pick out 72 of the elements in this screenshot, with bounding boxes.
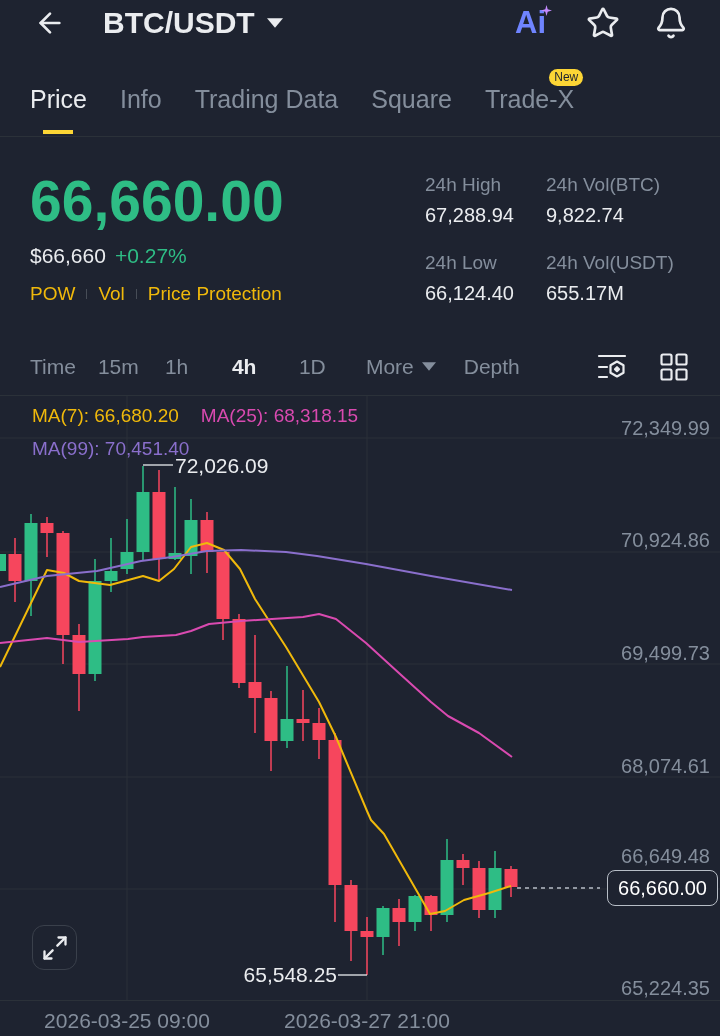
time-axis-label: 2026-03-27 21:00 bbox=[284, 1009, 450, 1033]
moving-average-label: MA(7): 66,680.20 bbox=[32, 404, 179, 428]
list-hexagon-icon bbox=[597, 353, 627, 380]
price-axis-label: 66,649.48 bbox=[621, 845, 710, 867]
tab[interactable]: Trade-X bbox=[484, 84, 575, 136]
tag-link[interactable]: Vol bbox=[98, 280, 125, 308]
low-price-label: 65,548.25 bbox=[243, 963, 337, 987]
bearish-candle bbox=[200, 512, 214, 573]
stat-value: 9,822.74 bbox=[546, 203, 624, 228]
price-axis-label: 69,499.73 bbox=[621, 642, 710, 664]
stat-value: 66,124.40 bbox=[425, 281, 514, 306]
caret-icon bbox=[421, 362, 436, 371]
price-axis-label: 68,074.61 bbox=[621, 755, 710, 777]
stat-label: 24h Vol(USDT) bbox=[546, 251, 674, 275]
stat-value: 67,288.94 bbox=[425, 203, 514, 228]
caret-icon bbox=[266, 18, 283, 28]
fiat-price: $66,660 bbox=[30, 243, 106, 269]
more-dropdown[interactable]: More bbox=[365, 352, 436, 381]
star-icon bbox=[586, 6, 620, 40]
bell-icon bbox=[654, 6, 688, 40]
ai-button[interactable]: Ai bbox=[515, 5, 552, 41]
interval-tab[interactable]: 1D bbox=[298, 352, 366, 381]
bearish-candle bbox=[360, 917, 374, 975]
last-price-tag: 66,660.00 bbox=[607, 870, 718, 906]
stat-label: 24h High bbox=[425, 173, 502, 197]
bearish-candle bbox=[424, 895, 438, 931]
expand-button[interactable] bbox=[32, 925, 77, 970]
bullish-candle bbox=[104, 538, 118, 592]
interval-tab[interactable]: 15m bbox=[97, 352, 165, 381]
pair-selector[interactable]: BTC/USDT bbox=[103, 5, 283, 41]
moving-average-label: MA(25): 68,318.15 bbox=[200, 404, 359, 428]
bearish-candle bbox=[392, 899, 406, 946]
bullish-candle bbox=[376, 906, 390, 955]
favorite-button[interactable] bbox=[586, 6, 620, 40]
notification-button[interactable] bbox=[654, 6, 688, 40]
bearish-candle bbox=[504, 866, 518, 897]
leader-line bbox=[337, 974, 368, 976]
last-price: 66,660.00 bbox=[30, 170, 284, 232]
layout-button[interactable] bbox=[660, 352, 688, 381]
tab[interactable]: Price bbox=[30, 84, 87, 136]
tag-link[interactable]: POW bbox=[30, 280, 76, 308]
tag-link[interactable]: Price Protection bbox=[147, 280, 282, 308]
price-axis-label: 70,924.86 bbox=[621, 529, 710, 551]
bullish-candle bbox=[0, 554, 6, 571]
grid-icon bbox=[660, 352, 688, 381]
bearish-candle bbox=[40, 517, 54, 557]
leader-line bbox=[142, 464, 174, 466]
bearish-candle bbox=[472, 861, 486, 918]
stat-label: 24h Low bbox=[425, 251, 497, 275]
expand-icon bbox=[40, 933, 69, 962]
bullish-candle bbox=[408, 895, 422, 931]
price-change: +0.27% bbox=[114, 243, 187, 269]
interval-tab[interactable]: Depth bbox=[463, 352, 542, 381]
bearish-candle bbox=[296, 690, 310, 741]
time-axis-label: 2026-03-25 09:00 bbox=[44, 1009, 210, 1033]
bearish-candle bbox=[8, 538, 22, 602]
tab[interactable]: Square bbox=[371, 84, 452, 136]
price-axis-label: 65,224.35 bbox=[621, 977, 710, 999]
chart-settings-button[interactable] bbox=[597, 353, 627, 380]
bullish-candle bbox=[120, 519, 134, 574]
price-axis-label: 72,349.99 bbox=[621, 417, 710, 439]
tab[interactable]: Info bbox=[119, 84, 162, 136]
interval-tab[interactable]: Time bbox=[30, 352, 98, 381]
tab[interactable]: Trading Data bbox=[194, 84, 339, 136]
stat-value: 655.17M bbox=[546, 281, 624, 306]
new-badge: New bbox=[549, 69, 584, 86]
interval-tab[interactable]: 1h bbox=[164, 352, 232, 381]
bullish-candle bbox=[488, 851, 502, 918]
bearish-candle bbox=[312, 708, 326, 759]
interval-tab[interactable]: 4h bbox=[231, 352, 299, 381]
bearish-candle bbox=[456, 854, 470, 885]
stat-label: 24h Vol(BTC) bbox=[546, 173, 661, 197]
